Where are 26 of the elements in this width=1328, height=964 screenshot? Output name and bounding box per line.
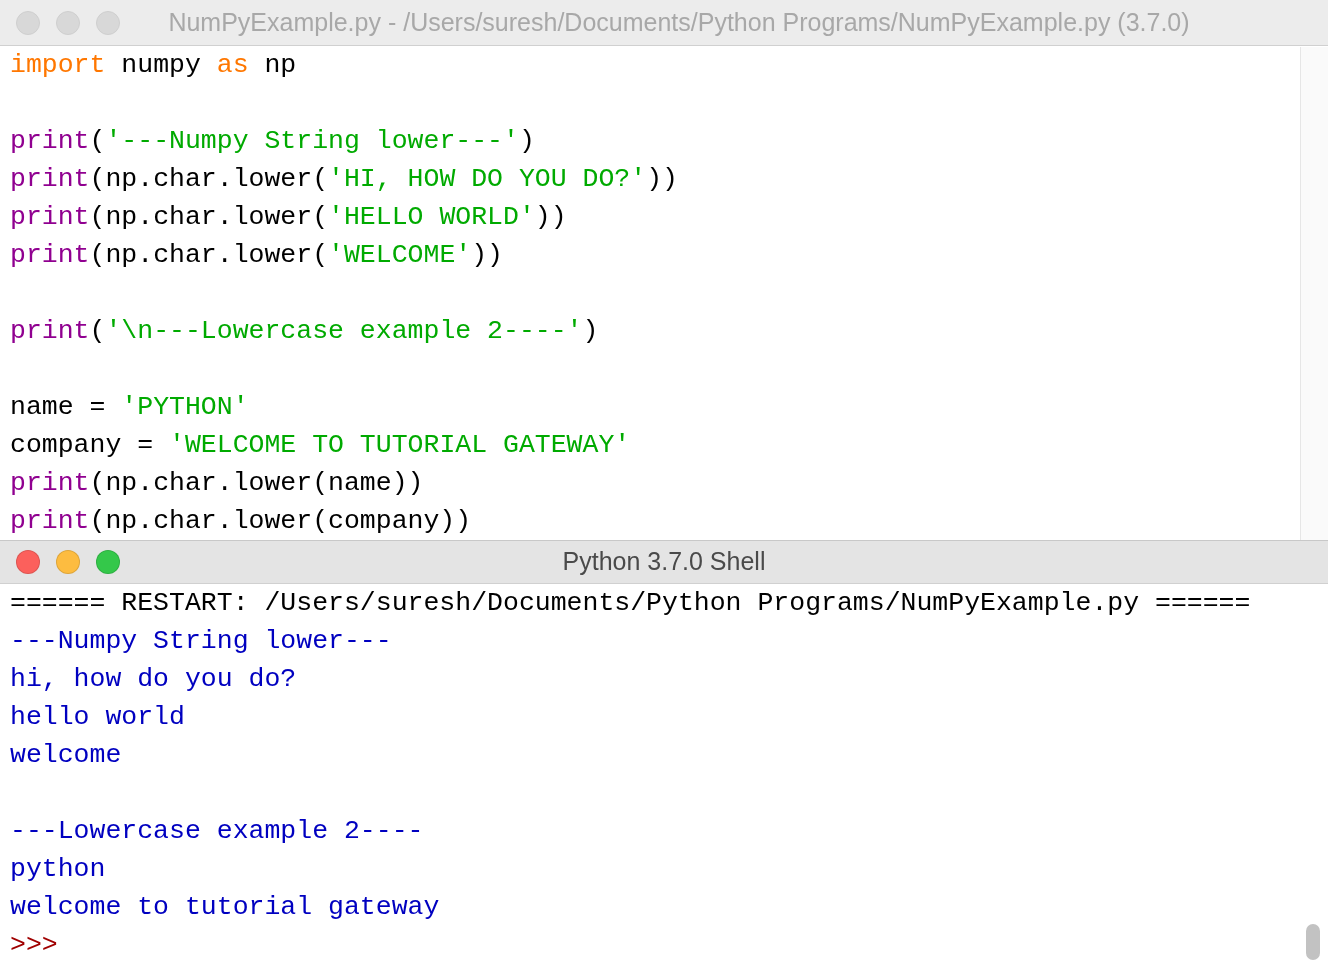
window-title: Python 3.7.0 Shell bbox=[562, 546, 766, 578]
code-line: print(np.char.lower(name)) bbox=[10, 468, 424, 498]
code-line: print('\n---Lowercase example 2----') bbox=[10, 316, 599, 346]
output-line: python bbox=[10, 854, 106, 884]
output-line: ---Numpy String lower--- bbox=[10, 626, 392, 656]
scrollbar-track[interactable] bbox=[1300, 47, 1328, 540]
output-line: ====== RESTART: /Users/suresh/Documents/Python Programs/NumPyExample.py ====== bbox=[10, 588, 1251, 618]
code-line: name = 'PYTHON' bbox=[10, 392, 249, 422]
code-line: import numpy as np bbox=[10, 50, 297, 80]
code-line: print(np.char.lower('HI, HOW DO YOU DO?')) bbox=[10, 164, 678, 194]
close-button[interactable] bbox=[16, 10, 40, 35]
code-line: print(np.char.lower(company)) bbox=[10, 506, 472, 536]
zoom-button[interactable] bbox=[96, 10, 120, 35]
code-line: company = 'WELCOME TO TUTORIAL GATEWAY' bbox=[10, 430, 631, 460]
output-line: welcome to tutorial gateway bbox=[10, 892, 440, 922]
shell-prompt: >>> bbox=[10, 930, 58, 960]
window-title: NumPyExample.py - /Users/suresh/Documents/Python Programs/NumPyExample.py (3.7.0) bbox=[168, 6, 1190, 38]
output-line: hi, how do you do? bbox=[10, 664, 297, 694]
scrollbar-thumb[interactable] bbox=[1306, 924, 1320, 960]
code-line: print('---Numpy String lower---') bbox=[10, 126, 535, 156]
code-line: print(np.char.lower('HELLO WORLD')) bbox=[10, 202, 567, 232]
minimize-button[interactable] bbox=[56, 10, 80, 35]
output-line: welcome bbox=[10, 740, 122, 770]
code-line: print(np.char.lower('WELCOME')) bbox=[10, 240, 503, 270]
output-line: hello world bbox=[10, 702, 185, 732]
output-line: ---Lowercase example 2---- bbox=[10, 816, 424, 846]
